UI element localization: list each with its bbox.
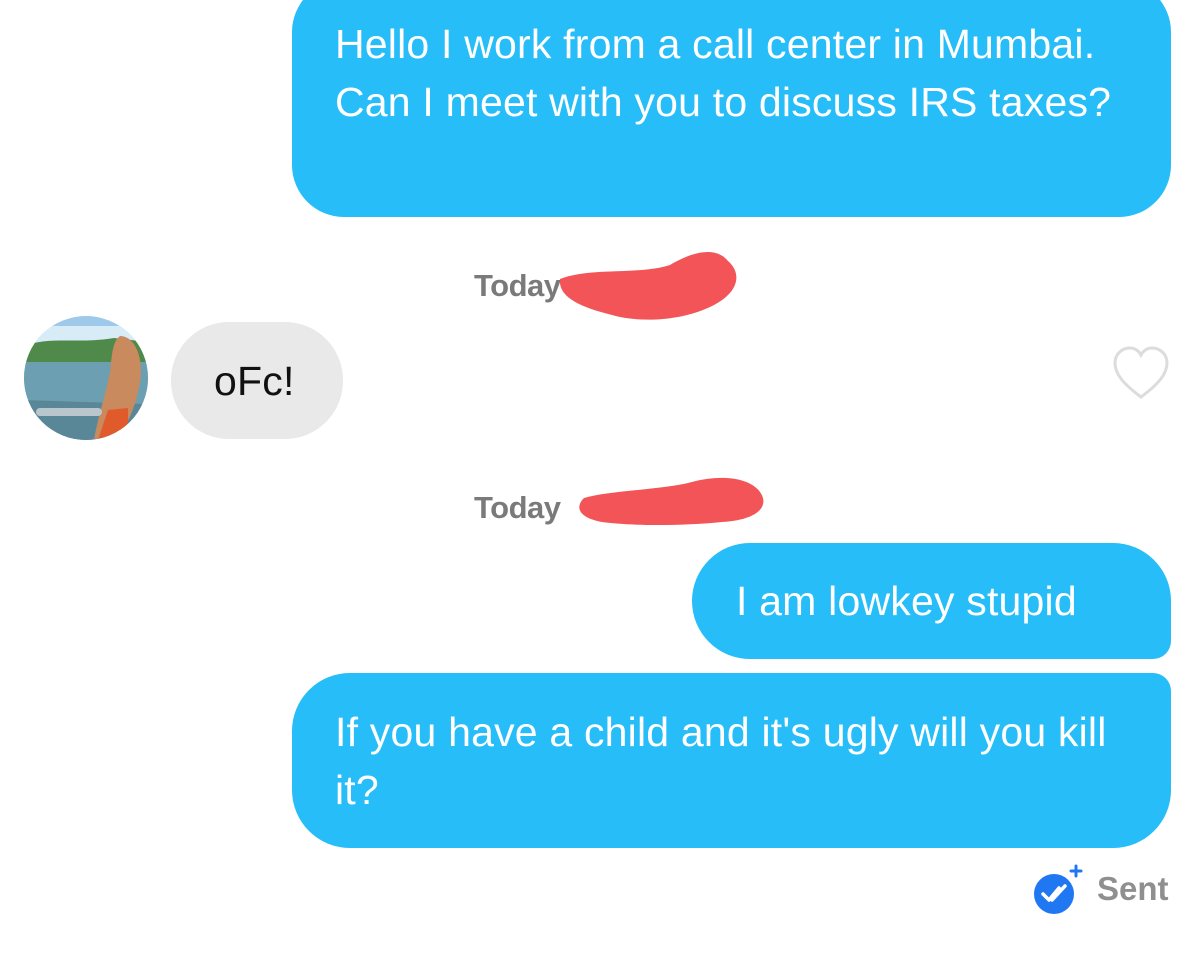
incoming-message-bubble[interactable]: oFc!: [171, 322, 343, 439]
outgoing-message-bubble[interactable]: I am lowkey stupid: [692, 543, 1171, 659]
sent-check-icon: [1034, 864, 1083, 914]
message-text: If you have a child and it's ugly will y…: [335, 709, 1107, 813]
redaction-scribble: [559, 252, 737, 320]
message-text: I am lowkey stupid: [736, 578, 1077, 624]
message-status: Sent: [1097, 870, 1169, 907]
avatar-photo: [24, 316, 148, 440]
avatar[interactable]: [24, 316, 148, 440]
message-text: oFc!: [214, 358, 295, 404]
redaction-scribble: [579, 477, 764, 525]
outgoing-message-bubble[interactable]: Hello I work from a call center in Mumba…: [292, 0, 1171, 217]
outgoing-message-bubble[interactable]: If you have a child and it's ugly will y…: [292, 673, 1171, 848]
message-text: Hello I work from a call center in Mumba…: [335, 21, 1112, 125]
message-timestamp: Today: [474, 490, 561, 525]
message-timestamp: Today: [474, 268, 561, 303]
heart-outline-icon[interactable]: [1112, 345, 1170, 401]
